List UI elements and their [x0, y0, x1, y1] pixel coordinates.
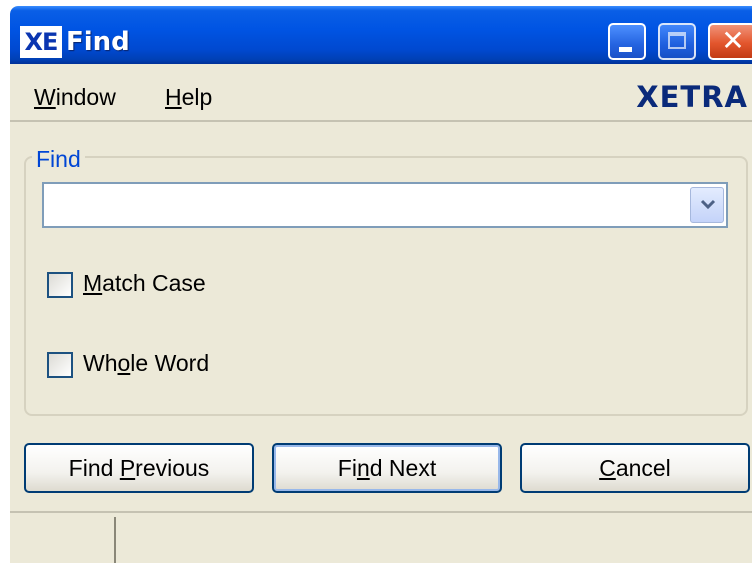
whole-word-label: Whole Word [83, 350, 209, 377]
close-icon: ✕ [721, 24, 745, 57]
status-pane [10, 517, 116, 563]
brand-logo: XETRA [636, 80, 748, 114]
find-next-label-post: d Next [369, 455, 437, 481]
menu-window-label: indow [55, 84, 116, 110]
close-button[interactable]: ✕ [708, 23, 752, 60]
find-group-label: Find [32, 146, 85, 173]
match-case-checkbox[interactable] [47, 272, 73, 298]
whole-word-label-pre: Wh [83, 350, 118, 376]
combo-dropdown-button[interactable] [690, 187, 724, 223]
find-next-button[interactable]: Find Next [272, 443, 502, 493]
menu-bar: Window Help XETRA [10, 64, 752, 122]
find-previous-label-post: revious [135, 455, 210, 481]
menu-help-label: elp [181, 84, 213, 110]
match-case-mnemonic: M [83, 270, 103, 296]
cancel-label-post: ancel [615, 455, 671, 481]
maximize-button[interactable] [658, 23, 696, 60]
menu-help[interactable]: Help [165, 84, 212, 111]
find-previous-button[interactable]: Find Previous [24, 443, 254, 493]
match-case-label: Match Case [83, 270, 206, 297]
chevron-down-icon [700, 199, 716, 210]
whole-word-mnemonic: o [117, 350, 131, 376]
cancel-mnemonic: C [599, 455, 616, 481]
find-input[interactable] [44, 184, 684, 226]
whole-word-label-post: le Word [130, 350, 210, 376]
maximize-icon [668, 32, 686, 49]
find-previous-label-pre: Find [68, 455, 120, 481]
menu-window-mnemonic: W [34, 84, 56, 110]
menu-window[interactable]: Window [34, 84, 116, 111]
whole-word-checkbox[interactable] [47, 352, 73, 378]
find-next-label-pre: Fi [337, 455, 357, 481]
match-case-label-post: atch Case [102, 270, 206, 296]
title-bar[interactable]: XE Find ✕ [10, 6, 752, 64]
status-bar [10, 511, 752, 563]
find-next-mnemonic: n [356, 455, 370, 481]
find-combobox[interactable] [42, 182, 728, 228]
minimize-icon [619, 47, 632, 52]
menu-help-mnemonic: H [165, 84, 182, 110]
find-previous-mnemonic: P [119, 455, 136, 481]
find-dialog-window: XE Find ✕ Window Help XETRA Find Match C… [10, 6, 752, 563]
window-title: Find [66, 27, 130, 57]
app-icon: XE [20, 26, 62, 58]
minimize-button[interactable] [608, 23, 646, 60]
cancel-button[interactable]: Cancel [520, 443, 750, 493]
